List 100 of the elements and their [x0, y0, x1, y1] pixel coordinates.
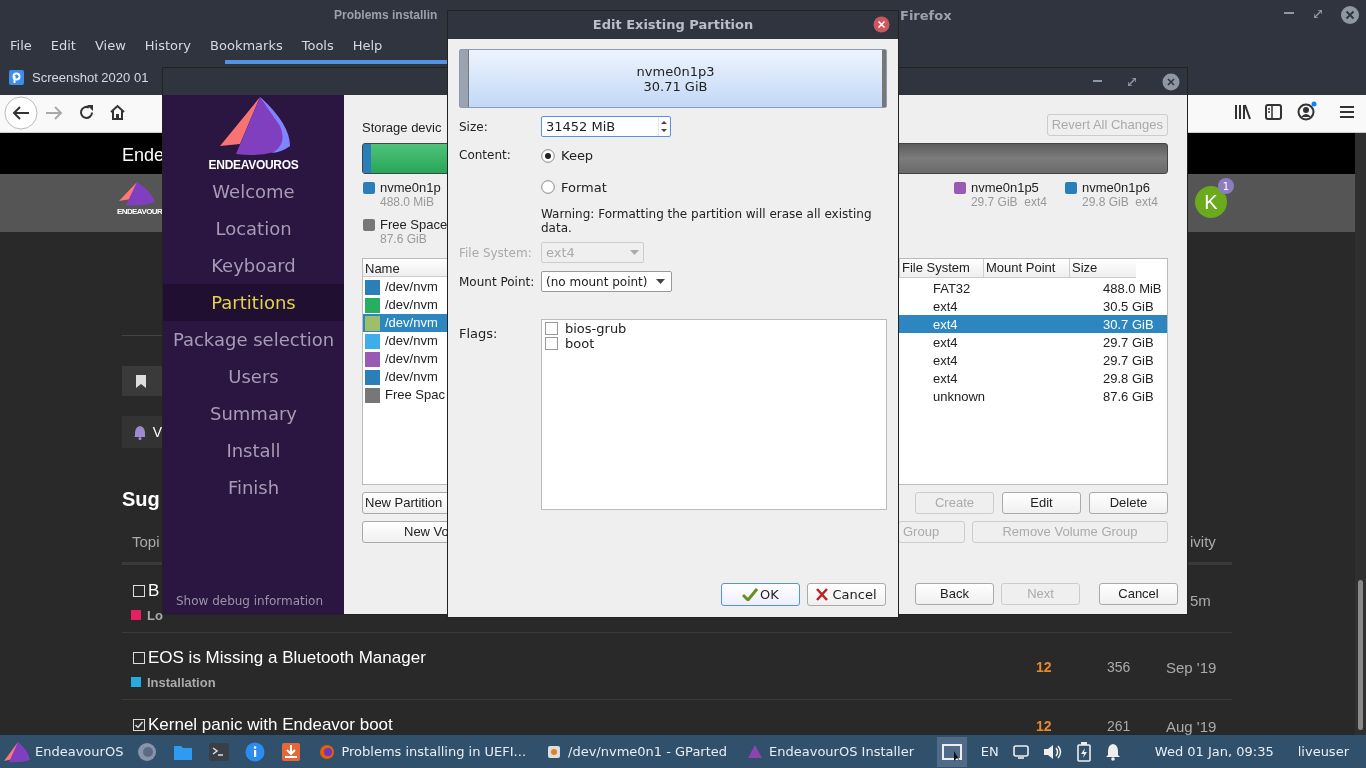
- home-icon[interactable]: [109, 104, 126, 121]
- checkbox[interactable]: [545, 337, 558, 350]
- legend-label: nvme0n1p6: [1081, 180, 1151, 195]
- table-row[interactable]: ext4 29.7 GiB: [899, 333, 1167, 351]
- mount-point-dropdown[interactable]: (no mount point): [541, 271, 672, 292]
- monitor-icon[interactable]: [1012, 744, 1029, 759]
- radio-label[interactable]: Format: [561, 177, 607, 197]
- table-row[interactable]: ext4 29.8 GiB: [899, 369, 1167, 387]
- activity-time: Sep '19: [1166, 658, 1217, 678]
- button[interactable]: Delete: [1089, 492, 1168, 514]
- table-row[interactable]: FAT32 488.0 MiB: [899, 279, 1167, 297]
- menu-item[interactable]: File: [10, 36, 32, 56]
- reload-icon[interactable]: [78, 104, 95, 121]
- minimize-icon[interactable]: [1284, 12, 1294, 15]
- library-icon[interactable]: [1234, 104, 1251, 120]
- dialog-title: Edit Existing Partition: [592, 16, 754, 35]
- start-logo-icon[interactable]: [3, 740, 31, 763]
- task-button[interactable]: Problems installing in UEFI...: [341, 741, 526, 762]
- category-tag[interactable]: Lo: [147, 605, 163, 625]
- download-icon[interactable]: [281, 741, 302, 762]
- topic-title[interactable]: Kernel panic with Endeavor boot: [148, 712, 393, 735]
- debug-link[interactable]: Show debug information: [175, 592, 324, 610]
- resize-handle[interactable]: [460, 50, 469, 107]
- caret-icon: [630, 250, 639, 255]
- minimize-icon[interactable]: [1093, 80, 1102, 83]
- menu-item[interactable]: Tools: [301, 36, 334, 56]
- sidebar-icon[interactable]: [1265, 104, 1282, 120]
- table-row[interactable]: Free Spac: [363, 386, 448, 404]
- table-cell-text: /dev/nvm: [385, 278, 438, 297]
- info-icon[interactable]: [245, 741, 266, 762]
- radio-button[interactable]: [541, 180, 555, 195]
- close-icon[interactable]: [873, 16, 890, 33]
- storage-label: Storage devic: [362, 119, 442, 137]
- table-row[interactable]: ext4 30.5 GiB: [899, 297, 1167, 315]
- logo-text: ENDEAVOUR: [117, 208, 163, 216]
- back-icon[interactable]: [4, 96, 38, 130]
- resize-handle[interactable]: [882, 50, 886, 107]
- table-cell-text: ext4: [932, 352, 959, 370]
- table-cell-text: 30.7 GiB: [1102, 316, 1155, 334]
- maximize-icon[interactable]: [1128, 77, 1136, 86]
- ok-button[interactable]: OK: [721, 583, 800, 606]
- clock[interactable]: Wed 01 Jan, 09:35: [1154, 741, 1274, 762]
- step-item: Partitions: [163, 284, 344, 321]
- table-cell-text: ext4: [932, 298, 959, 316]
- checkbox[interactable]: [545, 322, 558, 335]
- menu-item[interactable]: Edit: [50, 36, 76, 56]
- menu-icon[interactable]: [1339, 105, 1355, 119]
- topic-title[interactable]: B: [148, 578, 160, 604]
- table-row[interactable]: /dev/nvm: [363, 278, 448, 296]
- table-cell-text: 29.7 GiB: [1102, 352, 1155, 370]
- task-button[interactable]: EndeavourOS Installer: [769, 741, 915, 762]
- scrollbar[interactable]: [1355, 133, 1366, 735]
- table-cell-text: 29.7 GiB: [1102, 334, 1155, 352]
- window-title: Firefox: [900, 7, 952, 25]
- menu-item[interactable]: View: [94, 36, 126, 56]
- screen-tray-button[interactable]: [936, 736, 967, 767]
- table-cell-text: 87.6 GiB: [1102, 388, 1155, 406]
- table-row[interactable]: unknown 87.6 GiB: [899, 387, 1167, 405]
- bookmark-button[interactable]: [122, 366, 162, 396]
- bell-icon[interactable]: [1104, 742, 1121, 761]
- maximize-icon[interactable]: [1314, 10, 1322, 18]
- legend-detail: 87.6 GiB: [380, 232, 428, 247]
- topic-title[interactable]: EOS is Missing a Bluetooth Manager: [148, 645, 426, 671]
- battery-icon[interactable]: [1076, 741, 1091, 762]
- keyboard-layout[interactable]: EN: [980, 741, 999, 762]
- button[interactable]: Back: [915, 583, 994, 605]
- table-cell-text: unknown: [932, 388, 987, 406]
- bookmark-icon: [135, 373, 147, 389]
- size-spinbox[interactable]: 31452 MiB: [541, 116, 671, 137]
- table-row[interactable]: /dev/nvm: [363, 368, 448, 386]
- legend-detail: 488.0 MiB: [380, 195, 436, 210]
- column-header[interactable]: Mount Point: [983, 259, 1069, 277]
- table-row[interactable]: ext4 29.7 GiB: [899, 351, 1167, 369]
- button[interactable]: Cancel: [1099, 583, 1178, 605]
- legend-label: Free Space: [380, 217, 448, 232]
- user-name[interactable]: liveuser: [1297, 741, 1349, 762]
- table-row[interactable]: /dev/nvm: [363, 296, 448, 314]
- table-cell-text: /dev/nvm: [385, 332, 438, 351]
- category-tag[interactable]: Installation: [147, 672, 216, 692]
- table-row[interactable]: ext4 30.7 GiB: [899, 315, 1167, 333]
- tab-title[interactable]: Screenshot 2020 01: [32, 68, 149, 88]
- partition-size: 30.71 GiB: [643, 78, 708, 94]
- table-row[interactable]: /dev/nvm: [363, 350, 448, 368]
- table-row[interactable]: /dev/nvm: [363, 314, 448, 332]
- radio-label[interactable]: Keep: [561, 146, 594, 166]
- terminal-icon[interactable]: [209, 742, 230, 761]
- table-row[interactable]: /dev/nvm: [363, 332, 448, 350]
- task-button[interactable]: /dev/nvme0n1 - GParted: [568, 741, 728, 762]
- cancel-button[interactable]: Cancel: [807, 583, 886, 606]
- column-header[interactable]: Size: [1069, 259, 1136, 277]
- button[interactable]: Edit: [1002, 492, 1081, 514]
- volume-icon[interactable]: [1042, 743, 1063, 760]
- account-icon[interactable]: [1297, 101, 1317, 121]
- menu-item[interactable]: History: [144, 36, 192, 56]
- radio-button[interactable]: [541, 148, 555, 163]
- start-button[interactable]: EndeavourOS: [35, 741, 124, 762]
- browser-icon[interactable]: [137, 741, 158, 762]
- spin-arrows-icon[interactable]: [658, 117, 670, 136]
- menu-item[interactable]: Bookmarks: [210, 36, 283, 56]
- menu-item[interactable]: Help: [352, 36, 383, 56]
